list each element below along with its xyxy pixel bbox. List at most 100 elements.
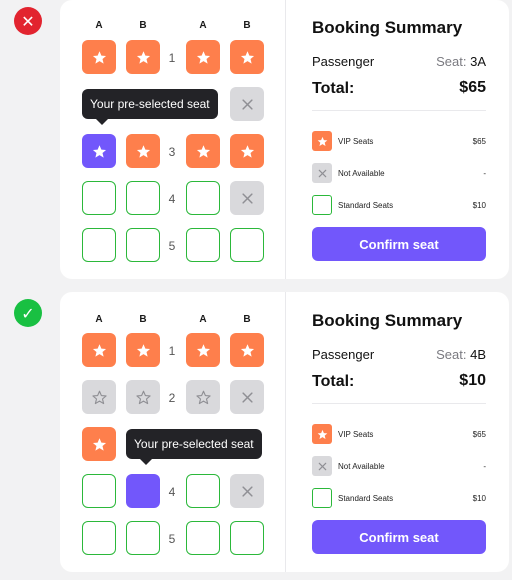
total-label: Total: <box>312 80 355 97</box>
summary-title: Booking Summary <box>312 18 463 37</box>
star-icon <box>240 343 254 357</box>
seat-not-available <box>230 181 264 215</box>
seat-vip[interactable] <box>126 333 160 367</box>
column-header: B <box>139 314 147 325</box>
seat-vip[interactable] <box>126 40 160 74</box>
seat-standard[interactable] <box>230 521 264 555</box>
seat-not-available <box>186 380 220 414</box>
column-header: A <box>199 20 207 31</box>
star-icon <box>136 343 150 357</box>
seat-vip[interactable] <box>230 134 264 168</box>
passenger-label: Passenger <box>312 347 375 362</box>
star-outline-icon <box>135 390 151 404</box>
row-number: 5 <box>168 532 176 546</box>
column-header: B <box>243 20 251 31</box>
seat-selected[interactable] <box>126 474 160 508</box>
summary-title: Booking Summary <box>312 311 463 330</box>
row-number: 4 <box>168 485 176 499</box>
row-number: 4 <box>168 192 176 206</box>
close-icon <box>241 485 253 497</box>
seat-not-available <box>126 380 160 414</box>
seat-standard[interactable] <box>126 181 160 215</box>
seat-standard[interactable] <box>126 521 160 555</box>
confirm-seat-button[interactable]: Confirm seat <box>312 520 486 554</box>
star-icon <box>92 343 106 357</box>
seat-vip[interactable] <box>82 333 116 367</box>
seat-vip[interactable] <box>186 333 220 367</box>
seat-vip[interactable] <box>186 40 220 74</box>
seat-not-available <box>230 87 264 121</box>
close-icon <box>241 192 253 204</box>
legend-price: $65 <box>472 137 486 146</box>
seat-vip[interactable] <box>82 40 116 74</box>
seat-value: 4B <box>470 347 486 362</box>
star-icon <box>196 50 210 64</box>
row-number: 1 <box>168 51 176 65</box>
seat-standard[interactable] <box>82 228 116 262</box>
legend-label: VIP Seats <box>338 137 374 146</box>
legend-vip-swatch <box>312 424 332 444</box>
column-header: B <box>243 314 251 325</box>
row-number: 2 <box>168 391 176 405</box>
star-icon <box>92 437 106 451</box>
star-icon <box>196 343 210 357</box>
seat-standard[interactable] <box>126 228 160 262</box>
seat-selected[interactable] <box>82 134 116 168</box>
legend-price: - <box>483 462 486 471</box>
seat-not-available <box>230 380 264 414</box>
pre-selected-seat-tooltip: Your pre-selected seat <box>82 89 218 125</box>
legend-standard-swatch <box>312 195 332 215</box>
row-number: 1 <box>168 344 176 358</box>
legend-label: Not Available <box>338 462 385 471</box>
column-header: A <box>199 314 207 325</box>
star-icon <box>92 144 106 158</box>
row-number: 3 <box>168 145 176 159</box>
seat-vip[interactable] <box>230 40 264 74</box>
seat-standard[interactable] <box>230 228 264 262</box>
legend-not-available-swatch <box>312 163 332 183</box>
seat-vip[interactable] <box>82 427 116 461</box>
divider <box>312 110 486 111</box>
legend-price: - <box>483 169 486 178</box>
legend-vip-swatch <box>312 131 332 151</box>
column-header: A <box>95 20 103 31</box>
total-value: $65 <box>459 79 486 96</box>
confirm-seat-button[interactable]: Confirm seat <box>312 227 486 261</box>
star-icon <box>317 429 327 439</box>
legend-price: $10 <box>472 201 486 210</box>
seat-standard[interactable] <box>82 521 116 555</box>
close-icon <box>241 98 253 110</box>
divider <box>285 292 286 572</box>
seat-not-available <box>230 474 264 508</box>
seat-map: A B A B 1 Your pre-selected seat 3 4 5 <box>60 0 285 279</box>
star-icon <box>196 144 210 158</box>
legend-label: Standard Seats <box>338 201 394 210</box>
star-outline-icon <box>91 390 107 404</box>
legend-not-available-swatch <box>312 456 332 476</box>
booking-summary: Booking Summary Passenger Seat: 4B Total… <box>312 292 486 572</box>
seat-vip[interactable] <box>230 333 264 367</box>
star-icon <box>317 136 327 146</box>
seat-vip[interactable] <box>186 134 220 168</box>
divider <box>285 0 286 279</box>
close-icon <box>318 169 326 177</box>
correct-badge-icon: ✓ <box>14 299 42 327</box>
column-header: B <box>139 20 147 31</box>
legend-label: Standard Seats <box>338 494 394 503</box>
seat-standard[interactable] <box>186 474 220 508</box>
seat-standard[interactable] <box>186 521 220 555</box>
seat-value: 3A <box>470 54 486 69</box>
seat-standard[interactable] <box>82 181 116 215</box>
close-icon <box>241 391 253 403</box>
seat-standard[interactable] <box>186 228 220 262</box>
seat-info: Seat: 4B <box>436 347 486 362</box>
seat-vip[interactable] <box>126 134 160 168</box>
legend-standard-swatch <box>312 488 332 508</box>
star-icon <box>240 50 254 64</box>
row-number: 5 <box>168 239 176 253</box>
seat-prefix: Seat: <box>436 347 467 362</box>
total-label: Total: <box>312 373 355 390</box>
star-icon <box>136 50 150 64</box>
seat-standard[interactable] <box>82 474 116 508</box>
seat-standard[interactable] <box>186 181 220 215</box>
